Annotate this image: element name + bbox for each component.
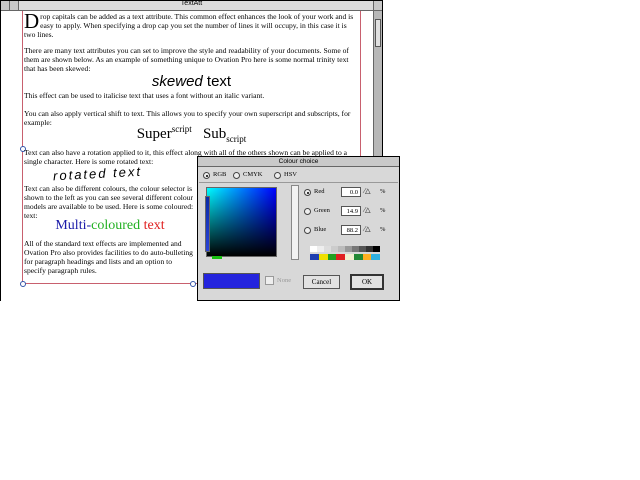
palette-swatch[interactable]	[324, 246, 331, 252]
palette-swatch[interactable]	[366, 246, 373, 252]
red-stepper-icon[interactable]: ⁄△	[364, 187, 371, 195]
palette-swatch[interactable]	[327, 254, 337, 260]
palette-swatch[interactable]	[353, 254, 363, 260]
skewed-text: skewed text	[151, 73, 232, 90]
frame-handle[interactable]	[20, 281, 26, 287]
paragraph: All of the standard text effects are imp…	[24, 239, 193, 275]
paragraph-drop-cap: Drop capitals can be added as a text att…	[24, 11, 354, 39]
paragraph: There are many text attributes you can s…	[24, 46, 349, 73]
palette-swatch[interactable]	[371, 254, 380, 260]
none-checkbox[interactable]	[265, 276, 274, 285]
palette-swatch[interactable]	[318, 254, 328, 260]
channel-blue-label: Blue	[314, 226, 327, 233]
model-hsv-label: HSV	[284, 171, 298, 178]
divider	[199, 182, 398, 183]
palette-swatch[interactable]	[317, 246, 324, 252]
model-cmyk-label: CMYK	[243, 171, 263, 178]
slider-marker[interactable]	[212, 256, 222, 259]
palette-swatch[interactable]	[331, 246, 338, 252]
palette-swatch[interactable]	[362, 254, 372, 260]
palette-swatch[interactable]	[345, 246, 352, 252]
dialog-title[interactable]: Colour choice	[198, 157, 399, 167]
green-stepper-icon[interactable]: ⁄△	[364, 206, 371, 214]
drop-cap: D	[24, 11, 40, 33]
channel-red-radio[interactable]	[304, 189, 311, 196]
palette-swatch[interactable]	[336, 254, 345, 260]
scrollbar-thumb[interactable]	[375, 19, 381, 47]
model-rgb-label: RGB	[213, 171, 227, 178]
paragraph: Text can also be different colours, the …	[24, 184, 194, 220]
channel-blue-radio[interactable]	[304, 227, 311, 234]
value-slider[interactable]	[291, 185, 299, 260]
green-value-field[interactable]: 14.9	[341, 206, 361, 216]
frame-handle[interactable]	[190, 281, 196, 287]
model-cmyk-radio[interactable]	[233, 172, 240, 179]
red-unit: %	[380, 188, 386, 195]
blue-value-field[interactable]: 88.2	[341, 225, 361, 235]
super-sub-demo: Superscript Subscript	[136, 124, 247, 144]
green-unit: %	[380, 207, 386, 214]
window-titlebar[interactable]: TextAtt	[1, 0, 382, 11]
blue-unit: %	[380, 226, 386, 233]
none-label: None	[277, 277, 292, 284]
palette-swatch[interactable]	[373, 246, 380, 252]
palette-swatch[interactable]	[352, 246, 359, 252]
multicoloured-text: Multi-coloured text	[55, 218, 165, 233]
paragraph: This effect can be used to italicise tex…	[24, 91, 265, 100]
palette-swatch[interactable]	[310, 246, 317, 252]
colour-slider[interactable]	[205, 196, 210, 252]
palette-swatch[interactable]	[338, 246, 345, 252]
colour-sample	[203, 273, 260, 289]
ok-button[interactable]: OK	[350, 274, 384, 290]
window-title: TextAtt	[180, 0, 203, 7]
model-hsv-radio[interactable]	[274, 172, 281, 179]
channel-green-radio[interactable]	[304, 208, 311, 215]
palette-swatch[interactable]	[310, 254, 319, 260]
toggle-size-icon[interactable]	[373, 1, 382, 10]
cancel-button[interactable]: Cancel	[303, 275, 340, 289]
blue-stepper-icon[interactable]: ⁄△	[364, 225, 371, 233]
palette-swatch[interactable]	[359, 246, 366, 252]
palette-swatch[interactable]	[345, 254, 354, 260]
model-rgb-radio[interactable]	[203, 172, 210, 179]
colour-picker-area[interactable]	[206, 187, 277, 257]
channel-red-label: Red	[314, 188, 325, 195]
channel-green-label: Green	[314, 207, 330, 214]
red-value-field[interactable]: 0.0	[341, 187, 361, 197]
